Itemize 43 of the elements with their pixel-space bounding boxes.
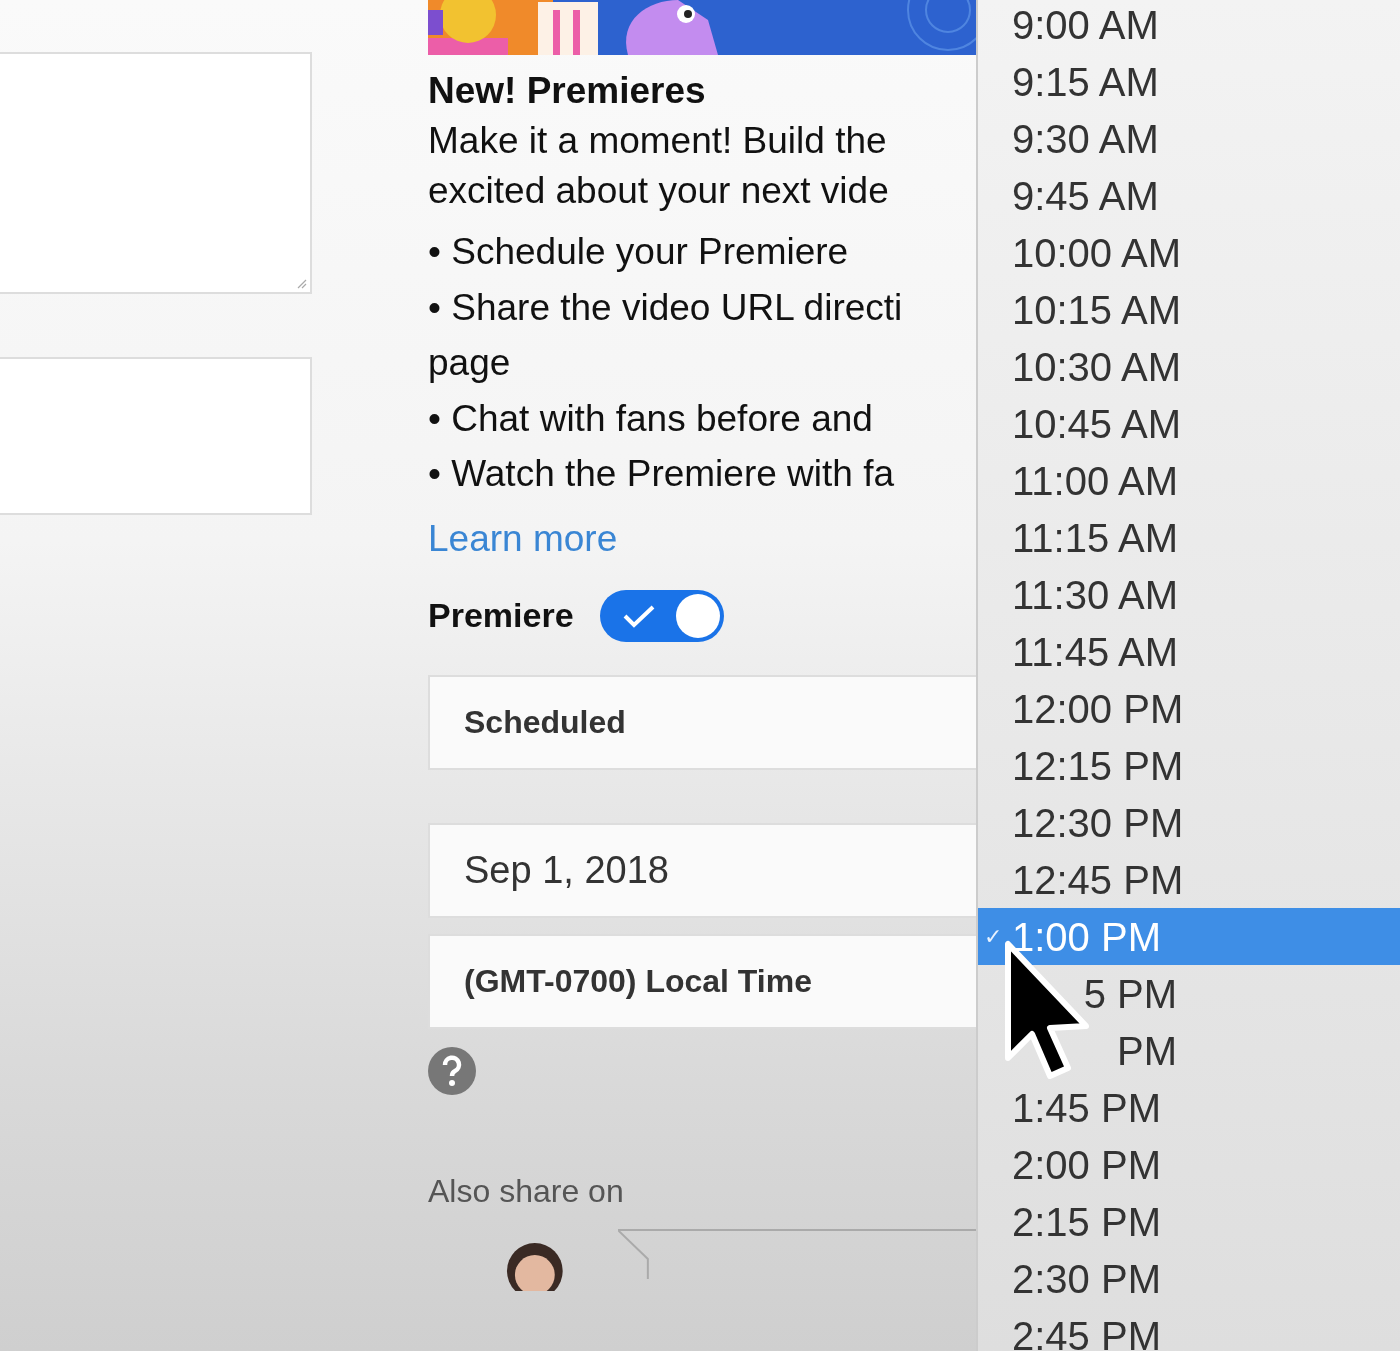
promo-text: excited about your next vide: [428, 169, 890, 213]
text-area[interactable]: [0, 52, 312, 294]
timezone-select[interactable]: (GMT-0700) Local Time: [428, 933, 976, 1029]
time-option[interactable]: 11:30 AM: [978, 566, 1400, 623]
help-icon[interactable]: [428, 1046, 476, 1095]
time-option[interactable]: 12:00 PM: [978, 680, 1400, 737]
time-option[interactable]: 2:30 PM: [978, 1250, 1400, 1307]
premiere-label: Premiere: [428, 595, 574, 636]
time-option[interactable]: 9:00 AM: [978, 0, 1400, 53]
premiere-toggle[interactable]: [599, 589, 724, 642]
check-icon: ✓: [984, 920, 1002, 953]
time-option[interactable]: 12:30 PM: [978, 794, 1400, 851]
time-option[interactable]: 11:45 AM: [978, 623, 1400, 680]
time-option[interactable]: 10:15 AM: [978, 281, 1400, 338]
share-label: Also share on: [428, 1171, 625, 1211]
time-option[interactable]: 1:45 PM: [978, 1079, 1400, 1136]
time-option[interactable]: 2:15 PM: [978, 1193, 1400, 1250]
time-option[interactable]: 9:15 AM: [978, 53, 1400, 110]
bullet-text: page: [428, 341, 512, 385]
time-option[interactable]: 10:45 AM: [978, 395, 1400, 452]
time-option[interactable]: 10:30 AM: [978, 338, 1400, 395]
time-option[interactable]: 9:30 AM: [978, 110, 1400, 167]
promo-text: Make it a moment! Build the: [428, 119, 888, 163]
time-option[interactable]: 12:15 PM: [978, 737, 1400, 794]
bullet-text: • Schedule your Premiere: [428, 230, 850, 274]
time-option[interactable]: 5 PM: [978, 965, 1400, 1022]
time-option[interactable]: 12:45 PM: [978, 851, 1400, 908]
time-option[interactable]: 10:00 AM: [978, 224, 1400, 281]
message-bubble[interactable]: [617, 1228, 976, 1279]
bullet-text: • Share the video URL directi: [428, 285, 904, 330]
date-field[interactable]: Sep 1, 2018: [428, 822, 976, 918]
bullet-text: • Watch the Premiere with fa: [428, 452, 896, 496]
time-option[interactable]: 11:15 AM: [978, 509, 1400, 566]
time-option[interactable]: 9:45 AM: [978, 167, 1400, 224]
visibility-select[interactable]: Scheduled: [428, 674, 976, 770]
resize-handle-icon[interactable]: [295, 277, 307, 289]
time-option[interactable]: 2:45 PM: [978, 1307, 1400, 1351]
input-field[interactable]: [0, 357, 312, 515]
time-option[interactable]: 2:00 PM: [978, 1136, 1400, 1193]
bullet-text: • Chat with fans before and: [428, 396, 874, 441]
time-option[interactable]: 11:00 AM: [978, 452, 1400, 509]
time-option[interactable]: PM: [978, 1022, 1400, 1079]
promo-title: New! Premieres: [428, 69, 707, 113]
